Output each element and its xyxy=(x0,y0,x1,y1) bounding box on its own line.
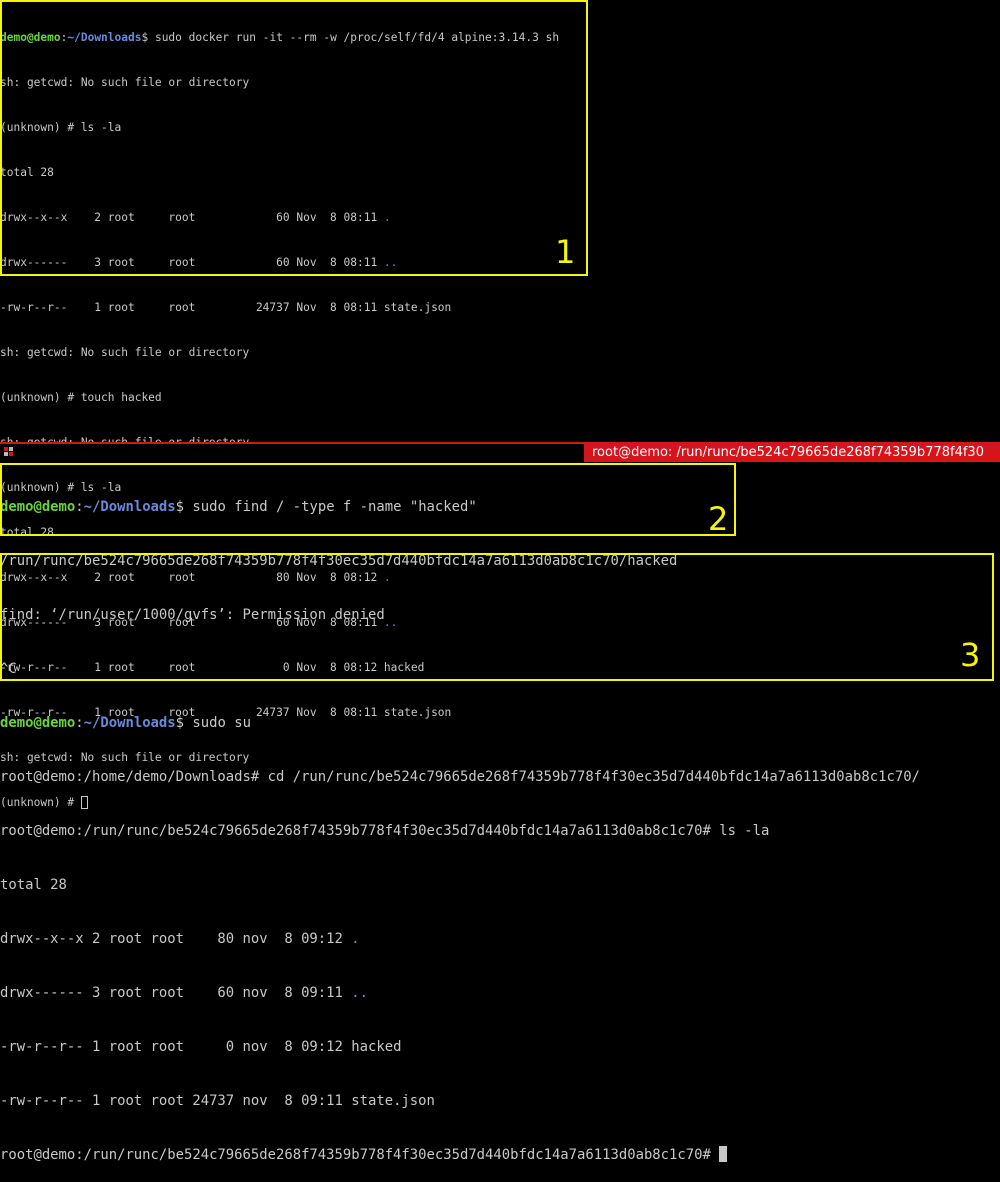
text-cursor xyxy=(719,1146,728,1162)
interrupt-line: ^C xyxy=(0,661,17,677)
window-menu-icon[interactable] xyxy=(4,447,14,457)
listing-row: drwx--x--x 2 root root 60 Nov 8 08:11 . xyxy=(0,211,391,224)
listing-row: -rw-r--r-- 1 root root 24737 nov 8 09:11… xyxy=(0,1093,435,1109)
terminal-line: total 28 xyxy=(0,877,67,893)
terminal-line: demo@demo:~/Downloads$ sudo find / -type… xyxy=(0,499,477,515)
terminal-line: sh: getcwd: No such file or directory xyxy=(0,76,250,89)
listing-row: drwx------ 3 root root 60 nov 8 09:11 .. xyxy=(0,985,368,1001)
window-title: root@demo: /run/runc/be524c79665de268f74… xyxy=(584,444,1000,462)
find-result: /run/runc/be524c79665de268f74359b778f4f3… xyxy=(0,553,678,569)
cd-command-line: root@demo:/home/demo/Downloads# cd /run/… xyxy=(0,769,920,785)
highlight-label-1: 1 xyxy=(555,233,576,271)
su-command: sudo su xyxy=(184,715,251,731)
terminal-line: (unknown) # touch hacked xyxy=(0,391,162,404)
bottom-terminal[interactable]: demo@demo:~/Downloads$ sudo find / -type… xyxy=(0,462,1000,1182)
listing-row: -rw-r--r-- 1 root root 24737 Nov 8 08:11… xyxy=(0,301,452,314)
terminal-line: demo@demo:~/Downloads$ sudo su xyxy=(0,715,251,731)
listing-row: -rw-r--r-- 1 root root 0 nov 8 09:12 hac… xyxy=(0,1039,402,1055)
terminal-line: demo@demo:~/Downloads$ sudo docker run -… xyxy=(0,31,560,44)
find-command: sudo find / -type f -name "hacked" xyxy=(184,499,477,515)
ls-command-line: root@demo:/run/runc/be524c79665de268f743… xyxy=(0,823,770,839)
terminal-line: sh: getcwd: No such file or directory xyxy=(0,346,250,359)
highlight-label-3: 3 xyxy=(960,636,981,674)
terminal-line: (unknown) # ls -la xyxy=(0,121,122,134)
find-error: find: ‘/run/user/1000/gvfs’: Permission … xyxy=(0,607,385,623)
listing-row: drwx--x--x 2 root root 80 nov 8 09:12 . xyxy=(0,931,360,947)
highlight-label-2: 2 xyxy=(708,500,729,538)
shell-prompt-line[interactable]: root@demo:/run/runc/be524c79665de268f743… xyxy=(0,1146,1000,1164)
terminal-line: total 28 xyxy=(0,166,54,179)
docker-run-command: sudo docker run -it --rm -w /proc/self/f… xyxy=(148,31,560,44)
listing-row: drwx------ 3 root root 60 Nov 8 08:11 .. xyxy=(0,256,398,269)
terminal-title-bar[interactable]: root@demo: /run/runc/be524c79665de268f74… xyxy=(0,442,1000,462)
